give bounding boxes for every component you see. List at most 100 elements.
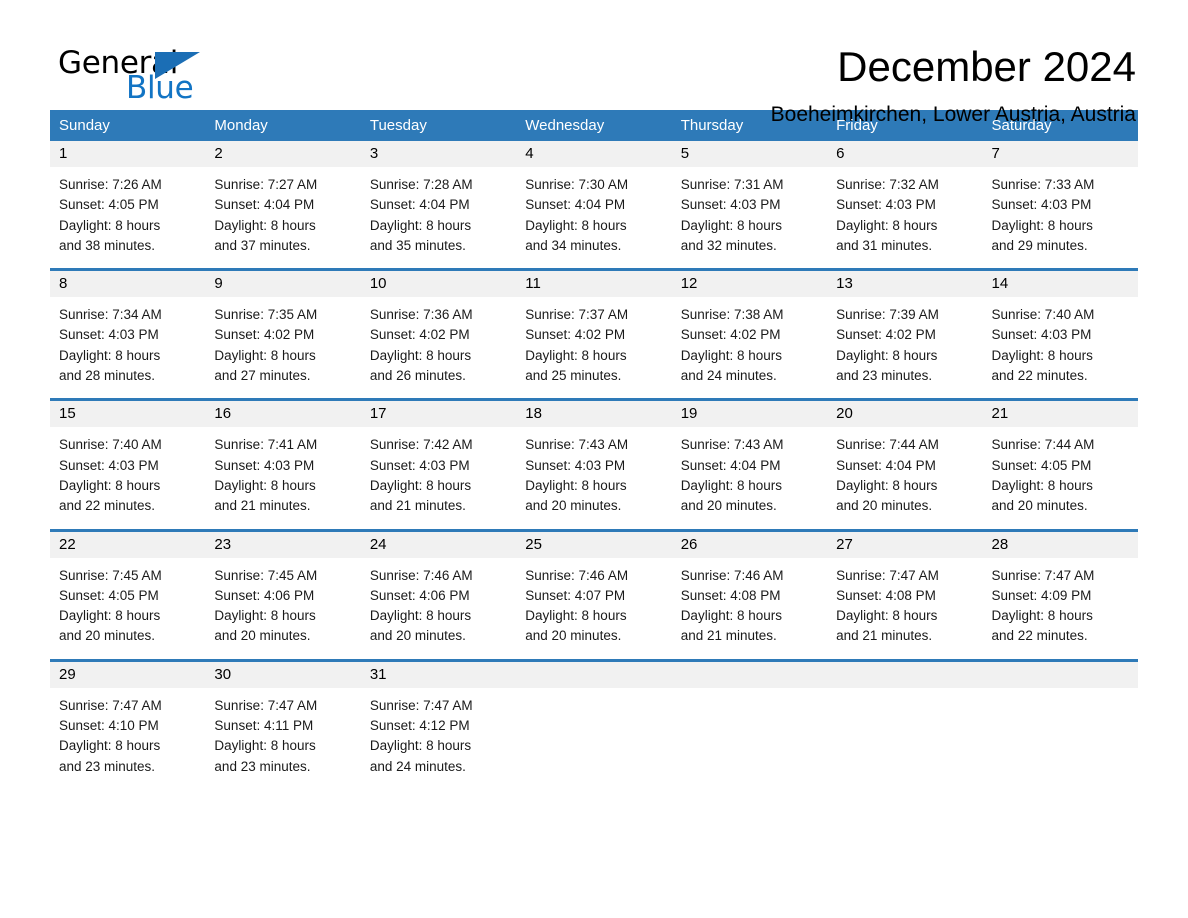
daylight-text: Daylight: 8 hours xyxy=(59,608,161,624)
day-details: Sunrise: 7:47 AM Sunset: 4:08 PM Daylight:… xyxy=(827,558,982,647)
day-details: Sunrise: 7:44 AM Sunset: 4:04 PM Daylight:… xyxy=(827,427,982,516)
calendar-day-cell[interactable]: 21 Sunrise: 7:44 AM Sunset: 4:05 PM Dayligh… xyxy=(982,401,1138,516)
sunrise-text: Sunrise: 7:41 AM xyxy=(214,437,318,453)
sunset-text: Sunset: 4:06 PM xyxy=(214,587,315,603)
calendar-day-cell[interactable]: 19 Sunrise: 7:43 AM Sunset: 4:04 PM Dayligh… xyxy=(671,401,828,516)
sunset-text: Sunset: 4:10 PM xyxy=(59,718,159,734)
day-number: 20 xyxy=(827,401,983,428)
calendar-day-cell[interactable]: 25 Sunrise: 7:46 AM Sunset: 4:07 PM Dayligh… xyxy=(516,531,672,647)
daylight-text-cont: and 23 minutes. xyxy=(836,368,933,384)
daylight-text-cont: and 22 minutes. xyxy=(59,498,156,514)
day-number: 27 xyxy=(827,531,983,558)
calendar-day-cell-empty xyxy=(516,661,672,777)
sunrise-text: Sunrise: 7:27 AM xyxy=(214,177,318,192)
sunrise-text: Sunrise: 7:26 AM xyxy=(59,177,162,192)
calendar-day-cell[interactable]: 18 Sunrise: 7:43 AM Sunset: 4:03 PM Dayligh… xyxy=(516,401,672,516)
calendar-day-cell[interactable]: 30 Sunrise: 7:47 AM Sunset: 4:11 PM Dayligh… xyxy=(205,661,361,777)
daylight-text: Daylight: 8 hours xyxy=(59,347,161,363)
sunset-text: Sunset: 4:02 PM xyxy=(680,327,781,343)
day-number: 16 xyxy=(205,401,361,428)
calendar-day-cell[interactable]: 1 Sunrise: 7:26 AM Sunset: 4:05 PM Daylight… xyxy=(50,141,206,256)
daylight-text-cont: and 32 minutes. xyxy=(680,237,777,253)
calendar-day-cell[interactable]: 24 Sunrise: 7:46 AM Sunset: 4:06 PM Dayligh… xyxy=(360,531,517,647)
calendar-day-cell[interactable]: 22 Sunrise: 7:45 AM Sunset: 4:05 PM Dayligh… xyxy=(50,531,206,647)
calendar-day-cell[interactable]: 11 Sunrise: 7:37 AM Sunset: 4:02 PM Dayligh… xyxy=(516,271,672,386)
day-details: Sunrise: 7:40 AM Sunset: 4:03 PM Daylight:… xyxy=(50,427,205,516)
day-number: 9 xyxy=(205,271,361,298)
daylight-text-cont: and 29 minutes. xyxy=(991,237,1088,253)
daylight-text-cont: and 27 minutes. xyxy=(214,368,311,384)
calendar-day-cell[interactable]: 20 Sunrise: 7:44 AM Sunset: 4:04 PM Dayligh… xyxy=(827,401,983,516)
day-details: Sunrise: 7:31 AM Sunset: 4:03 PM Daylight:… xyxy=(672,167,827,256)
weekday-header-thursday: Thursday xyxy=(680,117,744,134)
sunrise-text: Sunrise: 7:28 AM xyxy=(369,177,473,192)
calendar-day-cell[interactable]: 9 Sunrise: 7:35 AM Sunset: 4:02 PM Daylight… xyxy=(205,271,361,386)
daylight-text-cont: and 21 minutes. xyxy=(214,498,311,514)
calendar-day-cell[interactable]: 8 Sunrise: 7:34 AM Sunset: 4:03 PM Daylight… xyxy=(50,271,206,386)
daylight-text-cont: and 38 minutes. xyxy=(59,237,156,253)
weekday-header-row: Sunday Monday Tuesday Wednesday Thursday… xyxy=(50,110,1138,141)
day-number: 30 xyxy=(205,661,361,688)
day-number: 22 xyxy=(50,531,206,558)
daylight-text-cont: and 28 minutes. xyxy=(59,368,156,384)
day-number: 17 xyxy=(360,401,517,428)
day-details xyxy=(516,688,671,772)
daylight-text-cont: and 20 minutes. xyxy=(525,628,622,644)
sunrise-text: Sunrise: 7:40 AM xyxy=(991,307,1095,323)
sunset-text: Sunset: 4:03 PM xyxy=(214,457,315,473)
day-details: Sunrise: 7:44 AM Sunset: 4:05 PM Daylight:… xyxy=(983,427,1138,516)
daylight-text: Daylight: 8 hours xyxy=(680,347,782,363)
sunrise-text: Sunrise: 7:47 AM xyxy=(991,567,1095,583)
calendar-day-cell[interactable]: 7 Sunrise: 7:33 AM Sunset: 4:03 PM Daylight… xyxy=(982,141,1138,256)
calendar-day-cell[interactable]: 5 Sunrise: 7:31 AM Sunset: 4:03 PM Daylight… xyxy=(671,141,828,256)
calendar-day-cell[interactable]: 14 Sunrise: 7:40 AM Sunset: 4:03 PM Dayligh… xyxy=(982,271,1138,386)
calendar-day-cell[interactable]: 23 Sunrise: 7:45 AM Sunset: 4:06 PM Dayligh… xyxy=(205,531,361,647)
calendar-day-cell[interactable]: 29 Sunrise: 7:47 AM Sunset: 4:10 PM Dayligh… xyxy=(50,661,206,777)
calendar-day-cell[interactable]: 16 Sunrise: 7:41 AM Sunset: 4:03 PM Dayligh… xyxy=(205,401,361,516)
calendar-day-cell[interactable]: 6 Sunrise: 7:32 AM Sunset: 4:03 PM Daylight… xyxy=(827,141,983,256)
calendar-day-cell[interactable]: 13 Sunrise: 7:39 AM Sunset: 4:02 PM Dayligh… xyxy=(827,271,983,386)
calendar-day-cell[interactable]: 4 Sunrise: 7:30 AM Sunset: 4:04 PM Daylight… xyxy=(516,141,672,256)
daylight-text-cont: and 34 minutes. xyxy=(525,237,622,253)
daylight-text-cont: and 20 minutes. xyxy=(836,498,933,514)
calendar-day-cell[interactable]: 28 Sunrise: 7:47 AM Sunset: 4:09 PM Dayligh… xyxy=(982,531,1138,647)
daylight-text-cont: and 23 minutes. xyxy=(214,758,311,774)
daylight-text-cont: and 25 minutes. xyxy=(525,368,622,384)
calendar-day-cell-empty xyxy=(827,661,983,777)
daylight-text-cont: and 21 minutes. xyxy=(680,628,777,644)
daylight-text: Daylight: 8 hours xyxy=(991,347,1093,363)
daylight-text: Daylight: 8 hours xyxy=(525,477,627,493)
sunset-text: Sunset: 4:07 PM xyxy=(525,587,626,603)
day-number: 4 xyxy=(516,141,672,167)
sunrise-text: Sunrise: 7:34 AM xyxy=(59,307,162,323)
calendar-day-cell[interactable]: 17 Sunrise: 7:42 AM Sunset: 4:03 PM Dayligh… xyxy=(360,401,517,516)
daylight-text: Daylight: 8 hours xyxy=(836,608,938,624)
day-number: 14 xyxy=(982,271,1138,298)
day-details: Sunrise: 7:45 AM Sunset: 4:06 PM Daylight:… xyxy=(205,558,360,647)
daylight-text: Daylight: 8 hours xyxy=(59,217,161,233)
daylight-text: Daylight: 8 hours xyxy=(59,477,161,493)
sunrise-text: Sunrise: 7:47 AM xyxy=(836,567,939,583)
calendar-week-row: 15 Sunrise: 7:40 AM Sunset: 4:03 PM Dayligh… xyxy=(50,398,1138,516)
calendar-day-cell[interactable]: 15 Sunrise: 7:40 AM Sunset: 4:03 PM Dayligh… xyxy=(50,401,206,516)
calendar-day-cell[interactable]: 27 Sunrise: 7:47 AM Sunset: 4:08 PM Dayligh… xyxy=(827,531,983,647)
calendar-day-cell[interactable]: 26 Sunrise: 7:46 AM Sunset: 4:08 PM Dayligh… xyxy=(671,531,828,647)
calendar-day-cell[interactable]: 10 Sunrise: 7:36 AM Sunset: 4:02 PM Dayligh… xyxy=(360,271,517,386)
sunset-text: Sunset: 4:02 PM xyxy=(369,327,470,343)
weekday-header-sunday: Sunday xyxy=(59,117,110,134)
day-details: Sunrise: 7:43 AM Sunset: 4:03 PM Daylight:… xyxy=(516,427,671,516)
calendar-day-cell[interactable]: 31 Sunrise: 7:47 AM Sunset: 4:12 PM Dayligh… xyxy=(360,661,517,777)
calendar-day-cell[interactable]: 3 Sunrise: 7:28 AM Sunset: 4:04 PM Daylight… xyxy=(360,141,517,256)
sunrise-text: Sunrise: 7:42 AM xyxy=(369,437,473,453)
sunset-text: Sunset: 4:04 PM xyxy=(214,197,315,213)
sunset-text: Sunset: 4:02 PM xyxy=(525,327,626,343)
sunrise-text: Sunrise: 7:40 AM xyxy=(59,437,162,453)
generalblue-logo[interactable]: General Blue xyxy=(50,44,250,114)
sunset-text: Sunset: 4:03 PM xyxy=(680,197,781,213)
day-number: 28 xyxy=(982,531,1138,558)
day-details: Sunrise: 7:30 AM Sunset: 4:04 PM Daylight:… xyxy=(516,167,671,256)
calendar-day-cell[interactable]: 12 Sunrise: 7:38 AM Sunset: 4:02 PM Dayligh… xyxy=(671,271,828,386)
calendar-day-cell[interactable]: 2 Sunrise: 7:27 AM Sunset: 4:04 PM Daylight… xyxy=(205,141,361,256)
weekday-header-saturday: Saturday xyxy=(991,117,1052,134)
daylight-text-cont: and 31 minutes. xyxy=(836,237,933,253)
